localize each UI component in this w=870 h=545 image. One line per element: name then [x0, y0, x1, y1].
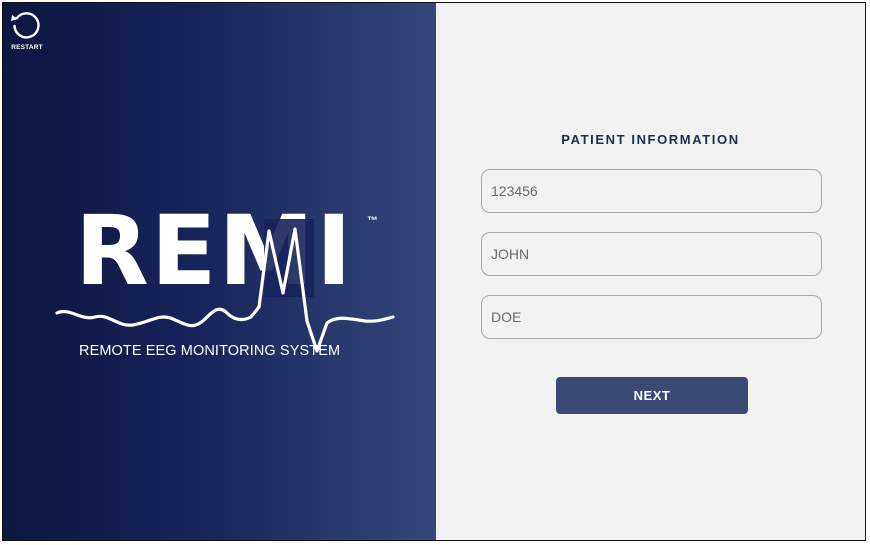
next-button[interactable]: NEXT	[556, 377, 748, 414]
last-name-field[interactable]	[481, 295, 822, 339]
patient-id-field[interactable]	[481, 169, 822, 213]
form-title: PATIENT INFORMATION	[561, 132, 740, 147]
app-window: RESTART REMI ™ REMOTE EEG MONITORING SYS…	[2, 2, 866, 541]
brand-panel: RESTART REMI ™ REMOTE EEG MONITORING SYS…	[3, 3, 436, 540]
logo-subtitle: REMOTE EEG MONITORING SYSTEM	[79, 343, 341, 359]
patient-form-panel: PATIENT INFORMATION NEXT	[436, 3, 865, 540]
last-name-input[interactable]	[482, 296, 821, 338]
first-name-input[interactable]	[482, 233, 821, 275]
remi-logo: REMI ™ REMOTE EEG MONITORING SYSTEM	[55, 203, 395, 369]
restart-label: RESTART	[11, 44, 43, 51]
patient-id-input[interactable]	[482, 170, 821, 212]
restart-button[interactable]: RESTART	[9, 9, 45, 51]
restart-icon	[11, 12, 40, 39]
first-name-field[interactable]	[481, 232, 822, 276]
